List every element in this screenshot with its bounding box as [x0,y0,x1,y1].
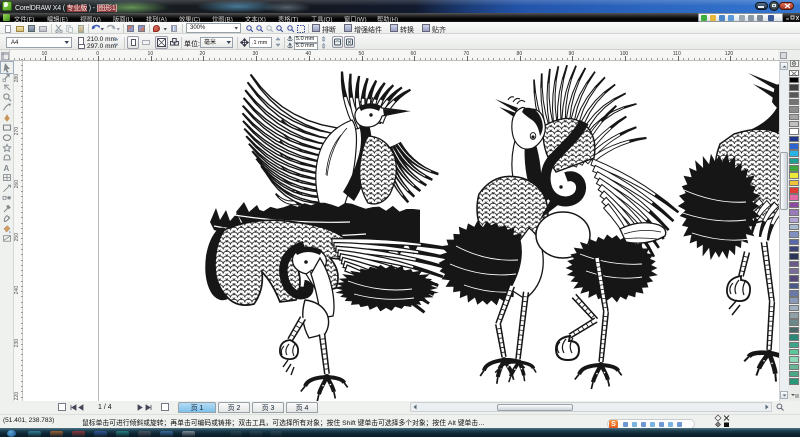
svg-text:A: A [4,164,10,173]
